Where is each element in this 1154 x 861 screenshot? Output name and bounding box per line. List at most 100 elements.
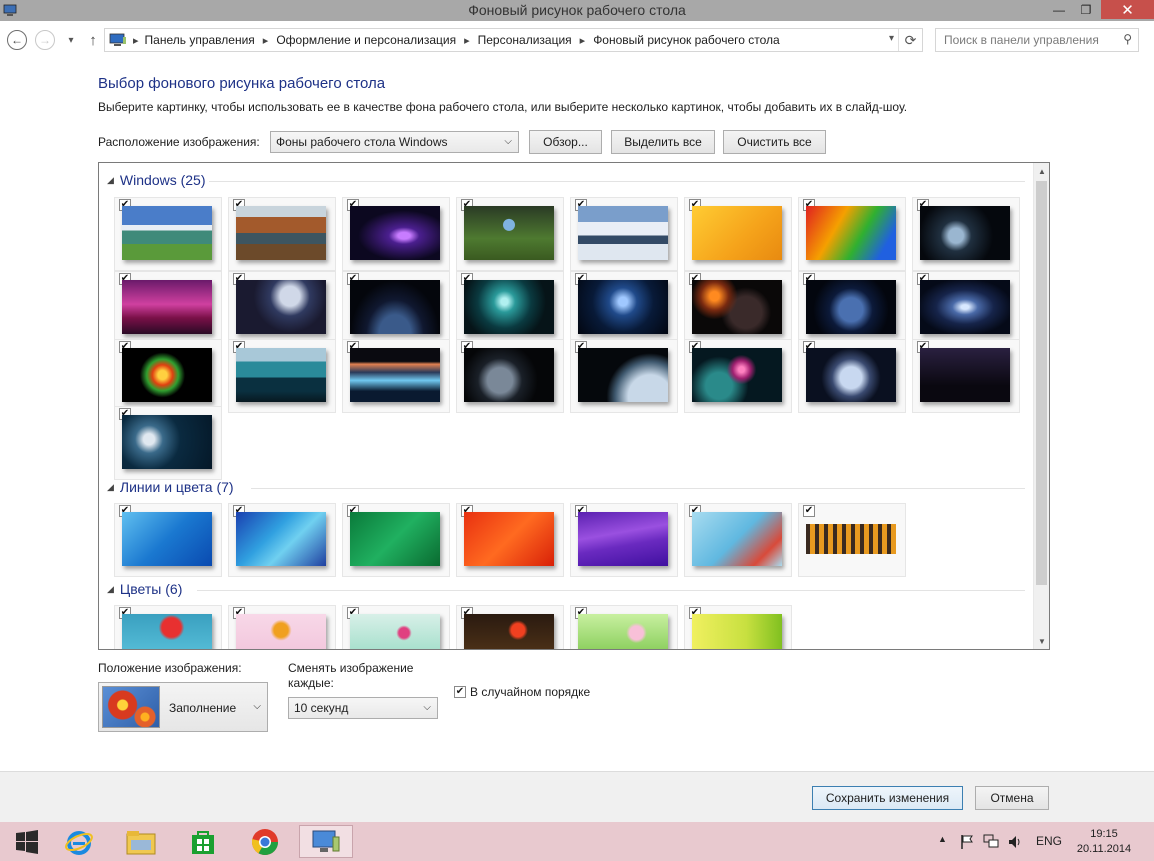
wallpaper-tile[interactable]: ✔ (228, 605, 336, 649)
wallpaper-tile[interactable]: ✔ (114, 503, 222, 577)
wallpaper-tile[interactable]: ✔ (912, 271, 1020, 345)
show-hidden-icons-button[interactable]: ▲ (938, 834, 947, 844)
refresh-button[interactable]: ⟳ (898, 29, 922, 51)
clock[interactable]: 19:15 20.11.2014 (1074, 827, 1134, 857)
shuffle-option[interactable]: ✔ В случайном порядке (454, 685, 590, 699)
wallpaper-tile[interactable]: ✔ (228, 271, 336, 345)
language-indicator[interactable]: ENG (1036, 834, 1062, 848)
back-button[interactable]: ← (6, 29, 28, 51)
wallpaper-tile[interactable]: ✔ (684, 605, 792, 649)
wallpaper-tile[interactable]: ✔ (114, 406, 222, 480)
wallpaper-tile[interactable]: ✔ (798, 503, 906, 577)
search-input[interactable]: Поиск в панели управления ⚲ (935, 28, 1139, 52)
save-button[interactable]: Сохранить изменения (812, 786, 963, 810)
wallpaper-tile[interactable]: ✔ (570, 339, 678, 413)
clear-all-button[interactable]: Очистить все (723, 130, 826, 154)
wallpaper-thumbnail (806, 280, 896, 334)
flag-icon[interactable] (960, 834, 974, 850)
address-dropdown-icon[interactable]: ▾ (889, 33, 894, 44)
wallpaper-tile[interactable]: ✔ (570, 197, 678, 271)
chevron-down-icon: ⌵ (504, 136, 512, 147)
interval-select[interactable]: 10 секунд ⌵ (288, 697, 438, 719)
location-label: Расположение изображения: (98, 135, 260, 149)
group-title: Windows (25) (119, 172, 206, 188)
breadcrumb-control-panel[interactable]: Панель управления (145, 33, 255, 47)
wallpaper-tile[interactable]: ✔ (114, 605, 222, 649)
chevron-down-icon: ⌵ (253, 701, 261, 712)
maximize-button[interactable]: ❐ (1073, 0, 1099, 19)
collapse-icon[interactable]: ◢ (107, 584, 114, 595)
navigation-bar: ← → ▾ ↑ ▸ Панель управления ▸ Оформление… (0, 21, 1154, 59)
minimize-button[interactable]: — (1046, 0, 1072, 19)
up-button[interactable]: ↑ (82, 29, 104, 51)
wallpaper-tile[interactable]: ✔ (228, 339, 336, 413)
wallpaper-tile[interactable]: ✔ (456, 605, 564, 649)
network-icon[interactable] (983, 833, 999, 849)
wallpaper-tile[interactable]: ✔ (228, 197, 336, 271)
wallpaper-tile[interactable]: ✔ (456, 339, 564, 413)
wallpaper-tile[interactable]: ✔ (456, 271, 564, 345)
taskbar-internet-explorer[interactable] (52, 825, 106, 858)
wallpaper-tile[interactable]: ✔ (228, 503, 336, 577)
wallpaper-tile[interactable]: ✔ (456, 197, 564, 271)
wallpaper-tile[interactable]: ✔ (798, 197, 906, 271)
taskbar-control-panel[interactable] (299, 825, 353, 858)
wallpaper-tile[interactable]: ✔ (798, 339, 906, 413)
speaker-icon[interactable] (1007, 834, 1023, 850)
breadcrumb-appearance[interactable]: Оформление и персонализация (276, 33, 456, 47)
group-header-flowers[interactable]: ◢ Цветы (6) (107, 581, 182, 597)
taskbar-chrome[interactable] (238, 825, 292, 858)
scroll-down-icon[interactable]: ▼ (1034, 633, 1049, 649)
wallpaper-tile[interactable]: ✔ (570, 605, 678, 649)
wallpaper-tile[interactable]: ✔ (912, 197, 1020, 271)
close-button[interactable]: ✕ (1101, 0, 1154, 19)
search-icon[interactable]: ⚲ (1123, 32, 1132, 46)
taskbar-file-explorer[interactable] (114, 825, 168, 858)
wallpaper-tile[interactable]: ✔ (684, 271, 792, 345)
wallpaper-thumbnail (578, 348, 668, 402)
wallpaper-tile[interactable]: ✔ (684, 339, 792, 413)
scroll-thumb[interactable] (1036, 181, 1047, 585)
wallpaper-tile[interactable]: ✔ (114, 271, 222, 345)
collapse-icon[interactable]: ◢ (107, 482, 114, 493)
location-select[interactable]: Фоны рабочего стола Windows ⌵ (270, 131, 519, 153)
search-placeholder: Поиск в панели управления (944, 33, 1099, 47)
wallpaper-gallery[interactable]: ◢ Windows (25) ✔ ✔ ✔ ✔ ✔ ✔ ✔ ✔ ✔ ✔ ✔ ✔ ✔… (98, 162, 1050, 650)
group-header-windows[interactable]: ◢ Windows (25) (107, 172, 206, 188)
wallpaper-tile[interactable]: ✔ (114, 197, 222, 271)
wallpaper-tile[interactable]: ✔ (570, 271, 678, 345)
gallery-scrollbar[interactable]: ▲ ▼ (1033, 163, 1049, 649)
group-divider (209, 181, 1025, 182)
address-bar[interactable]: ▸ Панель управления ▸ Оформление и персо… (104, 28, 923, 52)
wallpaper-tile[interactable]: ✔ (912, 339, 1020, 413)
wallpaper-tile[interactable]: ✔ (684, 503, 792, 577)
breadcrumb-desktop-background[interactable]: Фоновый рисунок рабочего стола (593, 33, 780, 47)
group-header-lines-colors[interactable]: ◢ Линии и цвета (7) (107, 479, 234, 495)
recent-locations-button[interactable]: ▾ (60, 29, 82, 51)
wallpaper-tile[interactable]: ✔ (342, 197, 450, 271)
wallpaper-tile[interactable]: ✔ (342, 339, 450, 413)
wallpaper-tile[interactable]: ✔ (798, 271, 906, 345)
shuffle-label[interactable]: В случайном порядке (470, 685, 590, 699)
cancel-button[interactable]: Отмена (975, 786, 1049, 810)
breadcrumb-personalization[interactable]: Персонализация (478, 33, 572, 47)
position-select[interactable]: Заполнение ⌵ (98, 682, 268, 732)
wallpaper-tile[interactable]: ✔ (456, 503, 564, 577)
wallpaper-tile[interactable]: ✔ (114, 339, 222, 413)
wallpaper-thumbnail (692, 348, 782, 402)
shuffle-checkbox[interactable]: ✔ (454, 686, 466, 698)
scroll-up-icon[interactable]: ▲ (1034, 163, 1049, 179)
wallpaper-thumbnail (920, 348, 1010, 402)
wallpaper-tile[interactable]: ✔ (342, 503, 450, 577)
browse-button[interactable]: Обзор... (529, 130, 602, 154)
wallpaper-tile[interactable]: ✔ (342, 271, 450, 345)
select-all-button[interactable]: Выделить все (611, 130, 715, 154)
wallpaper-tile[interactable]: ✔ (684, 197, 792, 271)
start-button[interactable] (0, 825, 54, 858)
forward-button[interactable]: → (34, 29, 56, 51)
collapse-icon[interactable]: ◢ (107, 175, 114, 186)
wallpaper-tile[interactable]: ✔ (342, 605, 450, 649)
wallpaper-thumbnail (122, 512, 212, 566)
taskbar-store[interactable] (176, 825, 230, 858)
wallpaper-tile[interactable]: ✔ (570, 503, 678, 577)
